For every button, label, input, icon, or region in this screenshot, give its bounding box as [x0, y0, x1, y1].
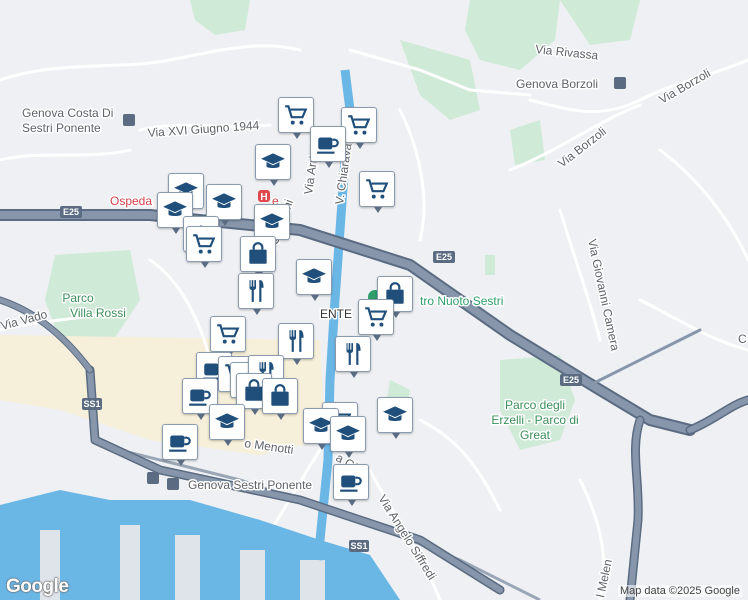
shopping-bag-pin[interactable]: [262, 378, 298, 420]
shopping-cart-icon: [364, 176, 390, 202]
label-villa-rossi: Villa Rossi: [70, 306, 126, 320]
shield-e25-west: E25: [63, 207, 79, 217]
shopping-cart-icon: [346, 112, 372, 138]
graduation-cap-icon: [260, 149, 286, 175]
fork-knife-icon: [283, 328, 309, 354]
graduation-cap-icon: [211, 189, 237, 215]
graduation-cap-pin[interactable]: [209, 404, 245, 446]
fork-knife-icon: [243, 278, 269, 304]
coffee-cup-pin[interactable]: [333, 464, 369, 506]
shield-e25-mid: E25: [436, 252, 452, 262]
shopping-cart-pin[interactable]: [278, 97, 314, 139]
label-sestri-ponente-line: Sestri Ponente: [22, 121, 101, 135]
graduation-cap-icon: [214, 409, 240, 435]
label-parco-erzelli-3: Great: [520, 428, 551, 442]
coffee-cup-pin[interactable]: [310, 126, 346, 168]
shield-ss1-south: SS1: [350, 541, 367, 551]
coffee-cup-icon: [338, 469, 364, 495]
shopping-cart-pin[interactable]: [341, 107, 377, 149]
shopping-cart-pin[interactable]: [359, 171, 395, 213]
shopping-cart-pin[interactable]: [186, 226, 222, 268]
shopping-cart-icon: [363, 304, 389, 330]
google-logo: Google: [6, 576, 70, 598]
graduation-cap-pin[interactable]: [206, 184, 242, 226]
label-sestri-center: ENTE: [320, 307, 352, 321]
graduation-cap-icon: [335, 421, 361, 447]
graduation-cap-pin[interactable]: [254, 204, 290, 246]
shield-ss1-west: SS1: [83, 399, 100, 409]
coffee-cup-icon: [167, 429, 193, 455]
label-ospedale: Ospeda: [110, 194, 152, 208]
graduation-cap-pin[interactable]: [296, 259, 332, 301]
label-parco: Parco: [62, 291, 94, 305]
map-attribution[interactable]: Map data ©2025 Google: [617, 585, 742, 597]
graduation-cap-pin[interactable]: [377, 397, 413, 439]
graduation-cap-pin[interactable]: [330, 416, 366, 458]
shopping-bag-icon: [267, 383, 293, 409]
fork-knife-pin[interactable]: [335, 336, 371, 378]
label-parco-erzelli-1: Parco degli: [505, 398, 565, 412]
graduation-cap-icon: [259, 209, 285, 235]
graduation-cap-icon: [382, 402, 408, 428]
shopping-bag-pin[interactable]: [240, 236, 276, 278]
coffee-cup-pin[interactable]: [162, 424, 198, 466]
shopping-cart-pin[interactable]: [210, 316, 246, 358]
graduation-cap-pin[interactable]: [255, 144, 291, 186]
svg-text:H: H: [260, 192, 267, 203]
label-genova-borzoli: Genova Borzoli: [516, 77, 598, 91]
fork-knife-icon: [340, 341, 366, 367]
fork-knife-pin[interactable]: [238, 273, 274, 315]
shopping-cart-pin[interactable]: [358, 299, 394, 341]
label-genova-costa: Genova Costa Di: [22, 106, 113, 120]
graduation-cap-icon: [301, 264, 327, 290]
shield-e25-east: E25: [563, 375, 579, 385]
shopping-cart-icon: [283, 102, 309, 128]
fork-knife-pin[interactable]: [278, 323, 314, 365]
shopping-cart-icon: [191, 231, 217, 257]
coffee-cup-icon: [315, 131, 341, 157]
label-edge-c: C: [738, 332, 747, 346]
label-centro-nuoto: tro Nuoto Sestri: [420, 294, 503, 308]
shopping-bag-icon: [245, 241, 271, 267]
label-parco-erzelli-2: Erzelli - Parco di: [491, 413, 578, 427]
label-station: Genova Sestri Ponente: [188, 478, 312, 492]
shopping-cart-icon: [215, 321, 241, 347]
